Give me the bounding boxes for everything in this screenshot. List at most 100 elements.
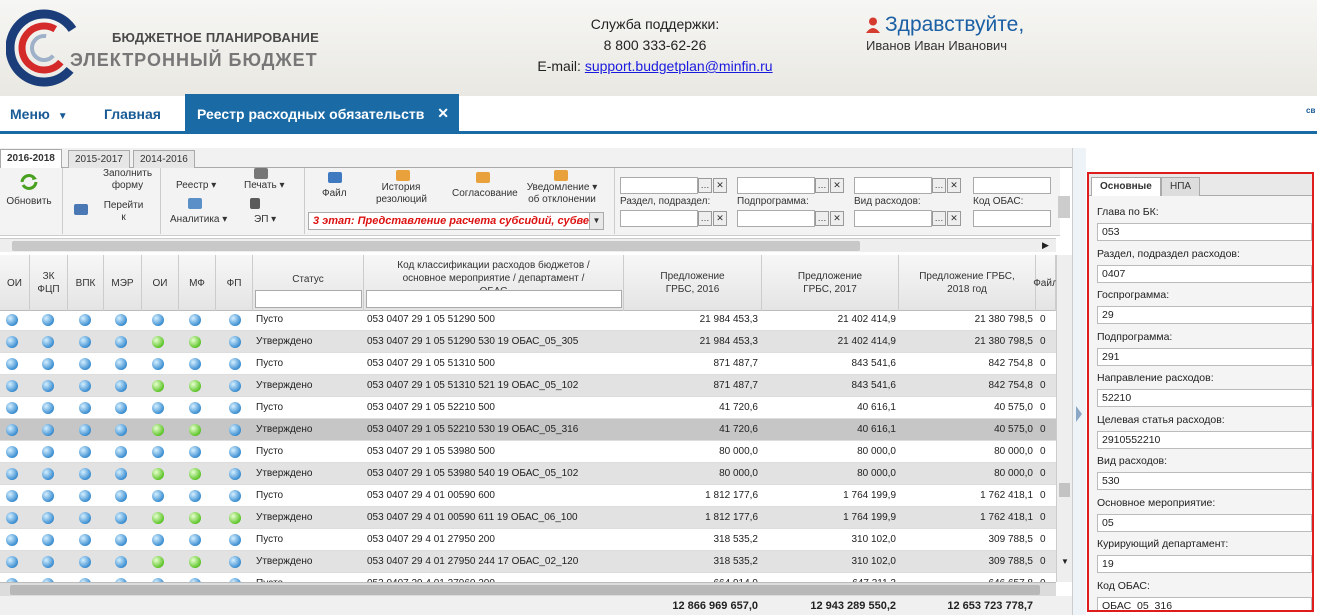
- grid-hscroll-thumb[interactable]: [10, 585, 1040, 595]
- tab-year-2014-2016[interactable]: 2014-2016: [133, 150, 195, 168]
- stage-select[interactable]: 3 этап: Представление расчета субсидий, …: [308, 212, 604, 230]
- col-vpk[interactable]: ВПК: [68, 255, 104, 311]
- filter-section-more[interactable]: …: [698, 211, 712, 226]
- status-indicator-blue-icon: [42, 556, 54, 568]
- grid-hscroll[interactable]: [0, 582, 1056, 596]
- toolbar-hscroll[interactable]: ▶: [0, 238, 1056, 252]
- filter-obas-input[interactable]: [973, 210, 1051, 227]
- refresh-button[interactable]: Обновить: [4, 172, 54, 208]
- detail-field-value[interactable]: 0407: [1097, 264, 1312, 283]
- registry-menu-button[interactable]: Реестр ▾: [176, 180, 216, 192]
- approval-button[interactable]: Согласование: [452, 188, 518, 200]
- detail-field-value[interactable]: 053: [1097, 223, 1312, 241]
- tab-npa[interactable]: НПА: [1161, 177, 1201, 196]
- filter-top-4[interactable]: [973, 177, 1051, 194]
- filter-top-1-more[interactable]: …: [698, 178, 712, 193]
- status-indicator-blue-icon: [229, 534, 241, 546]
- tab-year-2015-2017[interactable]: 2015-2017: [68, 150, 130, 168]
- detail-field-value[interactable]: 29: [1097, 306, 1312, 324]
- table-row[interactable]: Пусто 053 0407 29 1 05 53980 500 80 000,0 8…: [0, 441, 1056, 463]
- home-tab[interactable]: Главная: [104, 106, 161, 122]
- table-row[interactable]: Пусто 053 0407 29 1 05 51290 500 21 984 45…: [0, 311, 1056, 331]
- col-mer[interactable]: МЭР: [104, 255, 142, 311]
- code-filter-input[interactable]: [366, 290, 622, 308]
- detail-field-value[interactable]: 52210: [1097, 389, 1312, 407]
- tab-main[interactable]: Основные: [1091, 177, 1161, 196]
- table-row[interactable]: Пусто 053 0407 29 1 05 51310 500 871 487,7…: [0, 353, 1056, 375]
- col-2016[interactable]: Предложение ГРБС, 2016: [624, 255, 762, 311]
- filter-top-3-more[interactable]: …: [932, 178, 946, 193]
- tab-expense-registry[interactable]: Реестр расходных обязательств ✕: [185, 94, 459, 134]
- detail-field-label: Целевая статья расходов:: [1097, 413, 1225, 426]
- grid-header: ОИ ЗК ФЦП ВПК МЭР ОИ МФ ФП Статус Код кл…: [0, 255, 1058, 311]
- status-indicator-blue-icon: [189, 534, 201, 546]
- grid-vscroll[interactable]: ▼: [1056, 255, 1072, 582]
- toolbar-scroll-thumb[interactable]: [1058, 196, 1070, 218]
- panel-splitter[interactable]: [1072, 148, 1086, 615]
- fill-form-button[interactable]: Заполнить форму: [100, 168, 155, 192]
- scroll-right-icon[interactable]: ▶: [1042, 240, 1049, 251]
- status-filter-input[interactable]: [255, 290, 362, 308]
- expand-arrow-icon[interactable]: [1076, 406, 1082, 422]
- table-row[interactable]: Утверждено 053 0407 29 1 05 53980 540 19 …: [0, 463, 1056, 485]
- analytics-button[interactable]: Аналитика ▾: [170, 214, 227, 226]
- notify-rejection-button[interactable]: Уведомление ▾ об отклонении: [526, 182, 598, 206]
- col-file[interactable]: Файл: [1033, 255, 1058, 311]
- filter-top-2-more[interactable]: …: [815, 178, 829, 193]
- col-2017[interactable]: Предложение ГРБС, 2017: [762, 255, 899, 311]
- toolbar-hscroll-thumb[interactable]: [12, 241, 860, 251]
- filter-top-3-clear[interactable]: ✕: [947, 178, 961, 193]
- filter-exptype-input[interactable]: [854, 210, 932, 227]
- filter-top-3[interactable]: [854, 177, 932, 194]
- detail-field-value[interactable]: ОБАС_05_316: [1097, 596, 1312, 610]
- detail-field-value[interactable]: 05: [1097, 513, 1312, 532]
- row-value-2018: 40 575,0: [994, 402, 1033, 413]
- status-indicator-blue-icon: [6, 512, 18, 524]
- filter-exptype-more[interactable]: …: [932, 211, 946, 226]
- table-row[interactable]: Пусто 053 0407 29 4 01 27950 200 318 535,2…: [0, 529, 1056, 551]
- total-2018: 12 653 723 778,7: [947, 600, 1033, 612]
- table-row[interactable]: Утверждено 053 0407 29 1 05 51290 530 19 …: [0, 331, 1056, 353]
- filter-top-1[interactable]: [620, 177, 698, 194]
- filter-section-clear[interactable]: ✕: [713, 211, 727, 226]
- filter-subprogram-input[interactable]: [737, 210, 815, 227]
- ep-button[interactable]: ЭП ▾: [254, 214, 276, 226]
- filter-section-input[interactable]: [620, 210, 698, 227]
- col-oi[interactable]: ОИ: [0, 255, 30, 311]
- detail-field-value[interactable]: 291: [1097, 347, 1312, 366]
- table-row[interactable]: Пусто053 0407 29 4 01 27960 200664 914,9…: [0, 573, 1056, 582]
- table-row[interactable]: Утверждено 053 0407 29 4 01 27950 244 17 …: [0, 551, 1056, 573]
- detail-field-value[interactable]: 19: [1097, 555, 1312, 573]
- col-2018[interactable]: Предложение ГРБС, 2018 год: [899, 255, 1036, 311]
- history-button[interactable]: История резолюций: [376, 182, 427, 206]
- table-row[interactable]: Утверждено 053 0407 29 1 05 51310 521 19 …: [0, 375, 1056, 397]
- scroll-down-icon[interactable]: ▼: [1061, 557, 1069, 566]
- user-name[interactable]: Иванов Иван Иванович: [866, 38, 1007, 53]
- detail-field-value[interactable]: 530: [1097, 472, 1312, 490]
- status-indicator-blue-icon: [42, 512, 54, 524]
- col-mf[interactable]: МФ: [179, 255, 216, 311]
- file-button[interactable]: Файл: [322, 188, 347, 200]
- col-fp[interactable]: ФП: [216, 255, 253, 311]
- table-row[interactable]: Утверждено 053 0407 29 1 05 52210 530 19 …: [0, 419, 1056, 441]
- close-icon[interactable]: ✕: [437, 105, 449, 122]
- filter-exptype-clear[interactable]: ✕: [947, 211, 961, 226]
- filter-subprogram-more[interactable]: …: [815, 211, 829, 226]
- grid-vscroll-thumb[interactable]: [1059, 483, 1070, 497]
- support-email-link[interactable]: support.budgetplan@minfin.ru: [585, 58, 773, 74]
- table-row[interactable]: Утверждено 053 0407 29 4 01 00590 611 19 …: [0, 507, 1056, 529]
- menu-button[interactable]: Меню ▼: [10, 106, 68, 122]
- table-row[interactable]: Пусто 053 0407 29 4 01 00590 600 1 812 177…: [0, 485, 1056, 507]
- tab-year-2016-2018[interactable]: 2016-2018: [0, 149, 62, 169]
- filter-top-2-clear[interactable]: ✕: [830, 178, 844, 193]
- goto-button[interactable]: Перейти к: [96, 200, 151, 224]
- filter-top-2[interactable]: [737, 177, 815, 194]
- filter-subprogram-clear[interactable]: ✕: [830, 211, 844, 226]
- col-zk-fcp[interactable]: ЗК ФЦП: [30, 255, 68, 311]
- detail-field-value[interactable]: 2910552210: [1097, 430, 1312, 449]
- support-info: Служба поддержки: 8 800 333-62-26 E-mail…: [490, 14, 820, 77]
- filter-top-1-clear[interactable]: ✕: [713, 178, 727, 193]
- table-row[interactable]: Пусто 053 0407 29 1 05 52210 500 41 720,6 4…: [0, 397, 1056, 419]
- col-oi-2[interactable]: ОИ: [142, 255, 179, 311]
- print-button[interactable]: Печать ▾: [244, 180, 285, 192]
